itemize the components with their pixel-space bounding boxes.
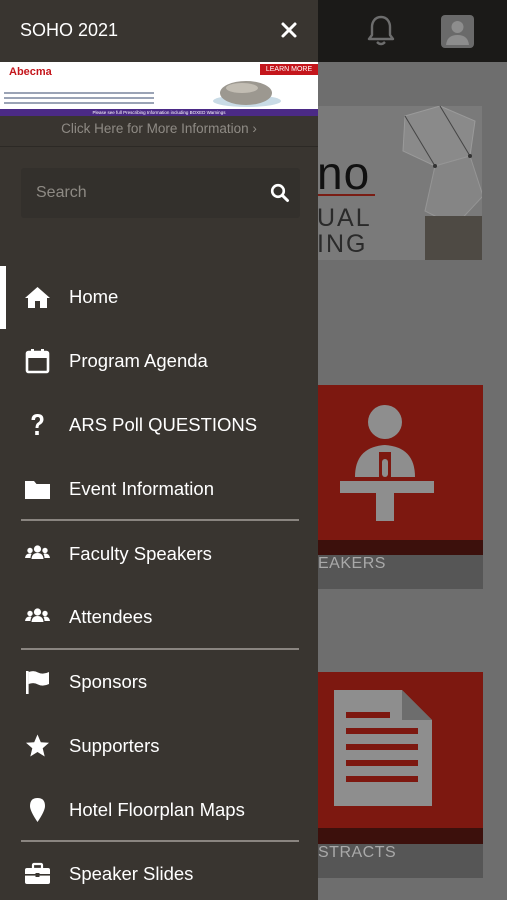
nav-drawer: SOHO 2021 Abecma LEARN MORE Please see f… — [0, 0, 318, 900]
home-icon — [25, 287, 50, 308]
tile-band — [318, 540, 483, 556]
menu-separator — [21, 648, 299, 650]
speakers-tile-label: EAKERS — [318, 555, 386, 572]
tile-band — [318, 828, 483, 844]
banner-line-2: ING — [317, 230, 368, 258]
menu-item-event-information[interactable]: Event Information — [0, 458, 318, 518]
star-icon — [26, 734, 49, 757]
sponsor-ad-banner[interactable]: Abecma LEARN MORE Please see full Prescr… — [0, 62, 318, 116]
menu-item-home[interactable]: Home — [0, 266, 318, 329]
users-icon — [25, 608, 50, 622]
menu-item-sponsors[interactable]: Sponsors — [0, 651, 318, 711]
menu-separator — [21, 519, 299, 521]
speakers-tile[interactable]: EAKERS — [318, 385, 483, 589]
learn-more-button[interactable]: LEARN MORE — [260, 64, 318, 75]
folder-icon — [25, 481, 50, 499]
menu-item-label: ARS Poll QUESTIONS — [69, 414, 258, 435]
ad-footer-bar: Please see full Prescribing Information … — [0, 109, 318, 116]
divider — [0, 146, 318, 147]
profile-avatar-icon[interactable] — [441, 15, 474, 48]
drawer-title: SOHO 2021 — [20, 20, 119, 40]
menu-item-program-agenda[interactable]: Program Agenda — [0, 330, 318, 390]
active-indicator — [0, 266, 6, 329]
menu-item-label: Home — [69, 286, 119, 307]
ad-brand-name: Abecma — [9, 66, 52, 78]
close-icon[interactable] — [276, 17, 302, 43]
menu-item-label: Attendees — [69, 606, 153, 627]
speaker-podium-icon — [340, 405, 434, 521]
users-icon — [25, 545, 50, 559]
search-box — [21, 168, 300, 218]
calendar-icon — [25, 349, 50, 374]
banner-title: no — [317, 147, 371, 199]
menu-item-attendees[interactable]: Attendees — [0, 586, 318, 646]
menu-item-label: Faculty Speakers — [69, 543, 212, 564]
document-icon — [334, 690, 432, 806]
abstracts-tile[interactable]: STRACTS — [318, 672, 483, 878]
menu-separator — [21, 840, 299, 842]
menu-item-hotel-floorplan-maps[interactable]: Hotel Floorplan Maps — [0, 779, 318, 839]
hexagon-pattern-icon — [402, 106, 482, 260]
menu-item-label: Sponsors — [69, 671, 148, 692]
abstracts-tile-label: STRACTS — [318, 844, 397, 861]
banner-underline — [317, 194, 375, 196]
menu-item-speaker-slides[interactable]: Speaker Slides — [0, 843, 318, 900]
menu-item-supporters[interactable]: Supporters — [0, 715, 318, 775]
menu-item-ars-poll[interactable]: ARS Poll QUESTIONS — [0, 394, 318, 454]
menu-item-label: Event Information — [69, 478, 214, 499]
menu-item-faculty-speakers[interactable]: Faculty Speakers — [0, 523, 318, 583]
briefcase-icon — [25, 862, 50, 884]
ad-stone-image-icon — [213, 81, 281, 107]
search-icon[interactable] — [270, 183, 290, 203]
search-input[interactable] — [21, 168, 261, 218]
menu-item-label: Speaker Slides — [69, 863, 194, 884]
menu-item-label: Supporters — [69, 735, 160, 756]
ad-fine-print — [4, 92, 154, 107]
menu-item-label: Program Agenda — [69, 350, 208, 371]
notification-bell-icon[interactable] — [366, 14, 396, 48]
flag-icon — [26, 671, 49, 694]
menu-item-label: Hotel Floorplan Maps — [69, 799, 245, 820]
map-pin-icon — [30, 798, 45, 822]
more-info-link[interactable]: Click Here for More Information › — [0, 121, 318, 136]
question-icon — [31, 414, 44, 435]
banner-line-1: UAL — [317, 204, 372, 232]
